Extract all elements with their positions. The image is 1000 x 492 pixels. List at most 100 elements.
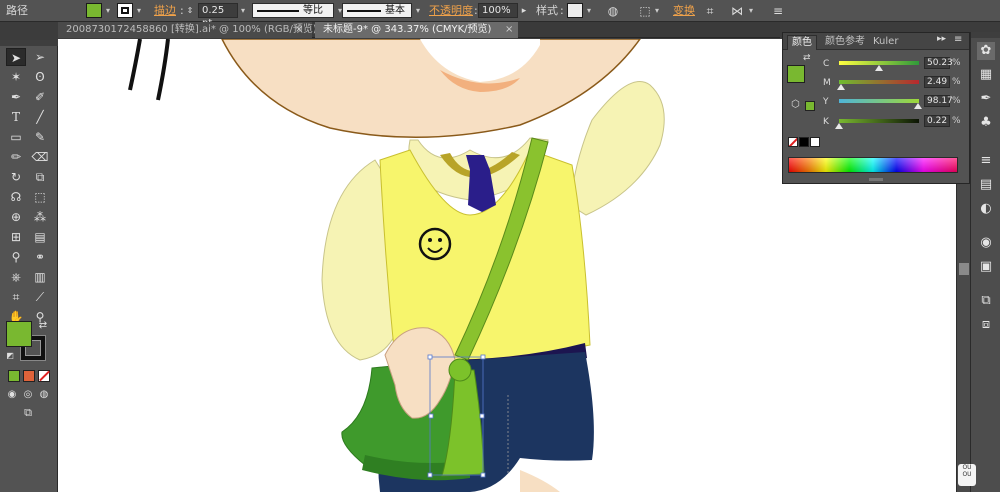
fill-color-box[interactable] <box>6 321 32 347</box>
gamut-swatch[interactable] <box>805 101 815 111</box>
line-tool-icon[interactable]: ╱ <box>30 108 50 126</box>
selection-handle[interactable] <box>428 413 434 419</box>
mesh-tool-icon[interactable]: ⊞ <box>6 228 26 246</box>
color-mode-icon[interactable] <box>8 370 20 382</box>
swatches-icon[interactable]: ▦ <box>977 66 995 84</box>
none-swatch[interactable] <box>788 137 798 147</box>
black-swatch[interactable] <box>799 137 809 147</box>
black-value-field[interactable]: 0.22 <box>924 115 950 127</box>
shape-builder-tool-icon[interactable]: ⊕ <box>6 208 26 226</box>
opacity-arrow-icon[interactable]: ▸ <box>518 3 530 19</box>
stroke-panel-link[interactable]: 描边 <box>154 0 176 22</box>
blend-tool-icon[interactable]: ⚭ <box>30 248 50 266</box>
black-slider-thumb[interactable] <box>835 123 844 129</box>
out-of-gamut-icon[interactable]: ⬡ <box>791 99 800 110</box>
selection-handle[interactable] <box>427 354 433 360</box>
stroke-dropdown-icon[interactable]: ▾ <box>134 4 144 18</box>
flip-dropdown-icon[interactable]: ▾ <box>746 4 756 18</box>
cyan-slider-thumb[interactable] <box>875 65 884 71</box>
graphic-styles-icon[interactable]: ▣ <box>977 258 995 276</box>
transform-panel-link[interactable]: 变换 <box>673 0 695 22</box>
scrollbar-thumb[interactable] <box>959 263 969 275</box>
paintbrush-tool-icon[interactable]: ✎ <box>30 128 50 146</box>
selection-tool-icon[interactable]: ➤ <box>6 48 26 66</box>
none-mode-icon[interactable] <box>38 370 50 382</box>
lasso-tool-icon[interactable]: ʘ <box>30 68 50 86</box>
brush-dropdown-icon[interactable]: ▾ <box>413 4 423 18</box>
color-spectrum-bar[interactable] <box>788 157 958 173</box>
close-icon[interactable]: × <box>505 22 513 38</box>
opacity-field[interactable]: 100% <box>478 3 518 18</box>
variable-width-profile[interactable]: 等比 <box>252 3 334 18</box>
direct-selection-tool-icon[interactable]: ➢ <box>30 48 50 66</box>
eraser-tool-icon[interactable]: ⌫ <box>30 148 50 166</box>
tab-color[interactable]: 颜色 <box>787 35 817 50</box>
yellow-slider-track[interactable] <box>839 99 919 103</box>
selection-handle[interactable] <box>479 413 485 419</box>
opacity-panel-link[interactable]: 不透明度 <box>429 0 473 22</box>
tab-document-2[interactable]: 未标题-9* @ 343.37% (CMYK/预览) × <box>315 22 518 38</box>
cyan-value-field[interactable]: 50.23 <box>924 57 953 69</box>
draw-inside-icon[interactable]: ◍ <box>37 388 51 402</box>
graphic-style-swatch[interactable] <box>567 3 583 18</box>
draw-behind-icon[interactable]: ◎ <box>21 388 35 402</box>
panel-resize-grip[interactable] <box>869 178 883 181</box>
artboards-icon[interactable]: ⧈ <box>977 316 995 334</box>
recolor-artwork-icon[interactable]: ◍ <box>605 3 621 19</box>
black-slider-track[interactable] <box>839 119 919 123</box>
symbol-sprayer-tool-icon[interactable]: ⁂ <box>30 208 50 226</box>
magenta-slider-thumb[interactable] <box>836 84 845 90</box>
rotate-tool-icon[interactable]: ↻ <box>6 168 26 186</box>
layers-icon[interactable]: ⧉ <box>977 292 995 310</box>
gradient-tool-icon[interactable]: ▤ <box>30 228 50 246</box>
eyedropper-tool-icon[interactable]: ⚲ <box>6 248 26 266</box>
symbol-tool-icon[interactable]: ⎈ <box>6 268 26 286</box>
fill-dropdown-icon[interactable]: ▾ <box>103 4 113 18</box>
tab-document-1[interactable]: 2008730172458860 [转换].ai* @ 100% (RGB/预览… <box>58 22 317 38</box>
white-swatch[interactable] <box>810 137 820 147</box>
stroke-swatch[interactable] <box>117 3 133 18</box>
free-transform-tool-icon[interactable]: ⬚ <box>30 188 50 206</box>
column-graph-tool-icon[interactable]: ▥ <box>30 268 50 286</box>
gradient-icon[interactable]: ▤ <box>977 176 995 194</box>
collapse-panel-icon[interactable]: ▸▸ <box>937 34 946 44</box>
stroke-weight-field[interactable]: 0.25 pt <box>198 3 238 29</box>
symbols-icon[interactable]: ♣ <box>977 114 995 132</box>
transparency-icon[interactable]: ◐ <box>977 200 995 218</box>
magic-wand-tool-icon[interactable]: ✶ <box>6 68 26 86</box>
pencil-tool-icon[interactable]: ✏ <box>6 148 26 166</box>
panel-swap-icon[interactable]: ⇄ <box>803 53 811 63</box>
appearance-icon[interactable]: ◉ <box>977 234 995 252</box>
flip-icon[interactable]: ⋈ <box>729 3 745 19</box>
selection-handle[interactable] <box>480 472 486 478</box>
brushes-icon[interactable]: ✒ <box>977 90 995 108</box>
align-dropdown-icon[interactable]: ▾ <box>652 4 662 18</box>
fill-swatch[interactable] <box>86 3 102 18</box>
tab-kuler[interactable]: Kuler <box>869 35 902 50</box>
screen-mode-icon[interactable]: ⧉ <box>18 406 38 420</box>
color-palette-icon[interactable]: ✿ <box>977 42 995 60</box>
curvature-tool-icon[interactable]: ✐ <box>30 88 50 106</box>
yellow-value-field[interactable]: 98.17 <box>924 95 953 107</box>
tab-color-guide[interactable]: 颜色参考 <box>821 35 869 50</box>
default-colors-icon[interactable]: ◩ <box>4 350 16 362</box>
stroke-weight-stepper-icon[interactable]: ⇕ <box>184 3 196 19</box>
tools-panel-grip[interactable] <box>0 40 58 46</box>
close-icon[interactable]: × <box>295 22 303 38</box>
swap-fill-stroke-icon[interactable]: ⇄ <box>36 319 50 333</box>
gradient-mode-icon[interactable] <box>23 370 35 382</box>
draw-normal-icon[interactable]: ◉ <box>5 388 19 402</box>
align-icon[interactable]: ⬚ <box>637 3 653 19</box>
magenta-slider-track[interactable] <box>839 80 919 84</box>
rectangle-tool-icon[interactable]: ▭ <box>6 128 26 146</box>
style-dropdown-icon[interactable]: ▾ <box>584 4 594 18</box>
type-tool-icon[interactable]: T <box>6 108 26 126</box>
panel-menu-icon[interactable]: ≡ <box>954 34 962 45</box>
slice-tool-icon[interactable]: ⟋ <box>30 288 50 306</box>
selection-handle[interactable] <box>480 354 486 360</box>
pen-tool-icon[interactable]: ✒ <box>6 88 26 106</box>
stroke-icon[interactable]: ≡ <box>977 152 995 170</box>
panel-fill-box[interactable] <box>787 65 805 83</box>
menu-icon[interactable]: ≡ <box>770 3 786 19</box>
dock-grip[interactable] <box>971 32 1000 38</box>
